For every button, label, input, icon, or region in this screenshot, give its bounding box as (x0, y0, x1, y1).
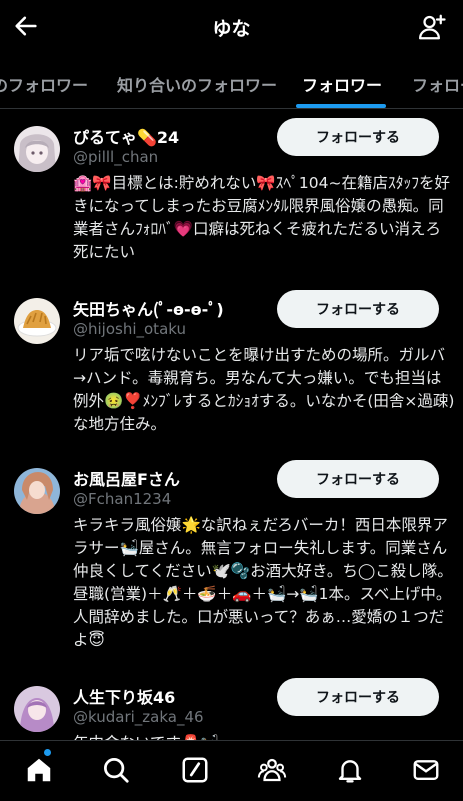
follow-button[interactable]: フォローする (277, 460, 439, 498)
username-handle: @pilll_chan (73, 148, 159, 166)
follow-button[interactable]: フォローする (277, 678, 439, 716)
tab-known-followers[interactable]: 知り合いのフォロワー (117, 72, 277, 96)
notification-dot (44, 749, 51, 756)
username-handle: @Fchan1234 (73, 490, 172, 508)
profile-bio: リア垢で呟けないことを曝け出すための場所。ガルバ→ハンド。毒親育ち。男なんて大っ… (73, 346, 455, 433)
tab-followers-you-know-partial[interactable]: のフォロワー (0, 72, 88, 96)
follow-button[interactable]: フォローする (277, 290, 439, 328)
page-title: ゆな (212, 18, 251, 40)
bottom-navigation (0, 740, 463, 801)
avatar[interactable] (14, 298, 60, 344)
search-icon[interactable] (101, 755, 131, 785)
display-name[interactable]: お風呂屋Fさん (73, 466, 180, 490)
display-name[interactable]: 人生下り坂46 (73, 684, 175, 708)
avatar[interactable] (14, 126, 60, 172)
tab-following[interactable]: フォロー中 (412, 72, 463, 96)
username-handle: @kudari_zaka_46 (73, 708, 204, 726)
top-app-bar: ゆな (0, 0, 463, 54)
communities-icon[interactable] (257, 755, 287, 785)
messages-icon[interactable] (411, 755, 441, 785)
active-tab-indicator (296, 104, 386, 108)
display-name[interactable]: ぴるてゃ💊24 (73, 124, 179, 148)
home-icon[interactable] (24, 755, 54, 785)
person-add-icon[interactable] (417, 12, 447, 42)
profile-bio: キラキラ風俗嬢🌟な訳ねぇだろバーカ！西日本限界アラサー🛀屋さん。無言フォロー失礼… (73, 516, 453, 649)
profile-bio: 🏩🎀目標とは:貯めれない🎀ｽﾍﾟ104~在籍店ｽﾀｯﾌを好きになってしまったお豆… (73, 174, 450, 261)
followers-tabs: のフォロワー 知り合いのフォロワー フォロワー フォロー中 (0, 56, 463, 109)
username-handle: @hijoshi_otaku (73, 320, 186, 338)
follow-button[interactable]: フォローする (277, 118, 439, 156)
tab-followers[interactable]: フォロワー (302, 72, 382, 96)
notifications-icon[interactable] (335, 755, 365, 785)
avatar[interactable] (14, 468, 60, 514)
compose-icon[interactable] (180, 755, 210, 785)
display-name[interactable]: 矢田ちゃん(ﾟ-ө-ө-ﾟ) (73, 296, 224, 320)
avatar[interactable] (14, 686, 60, 732)
